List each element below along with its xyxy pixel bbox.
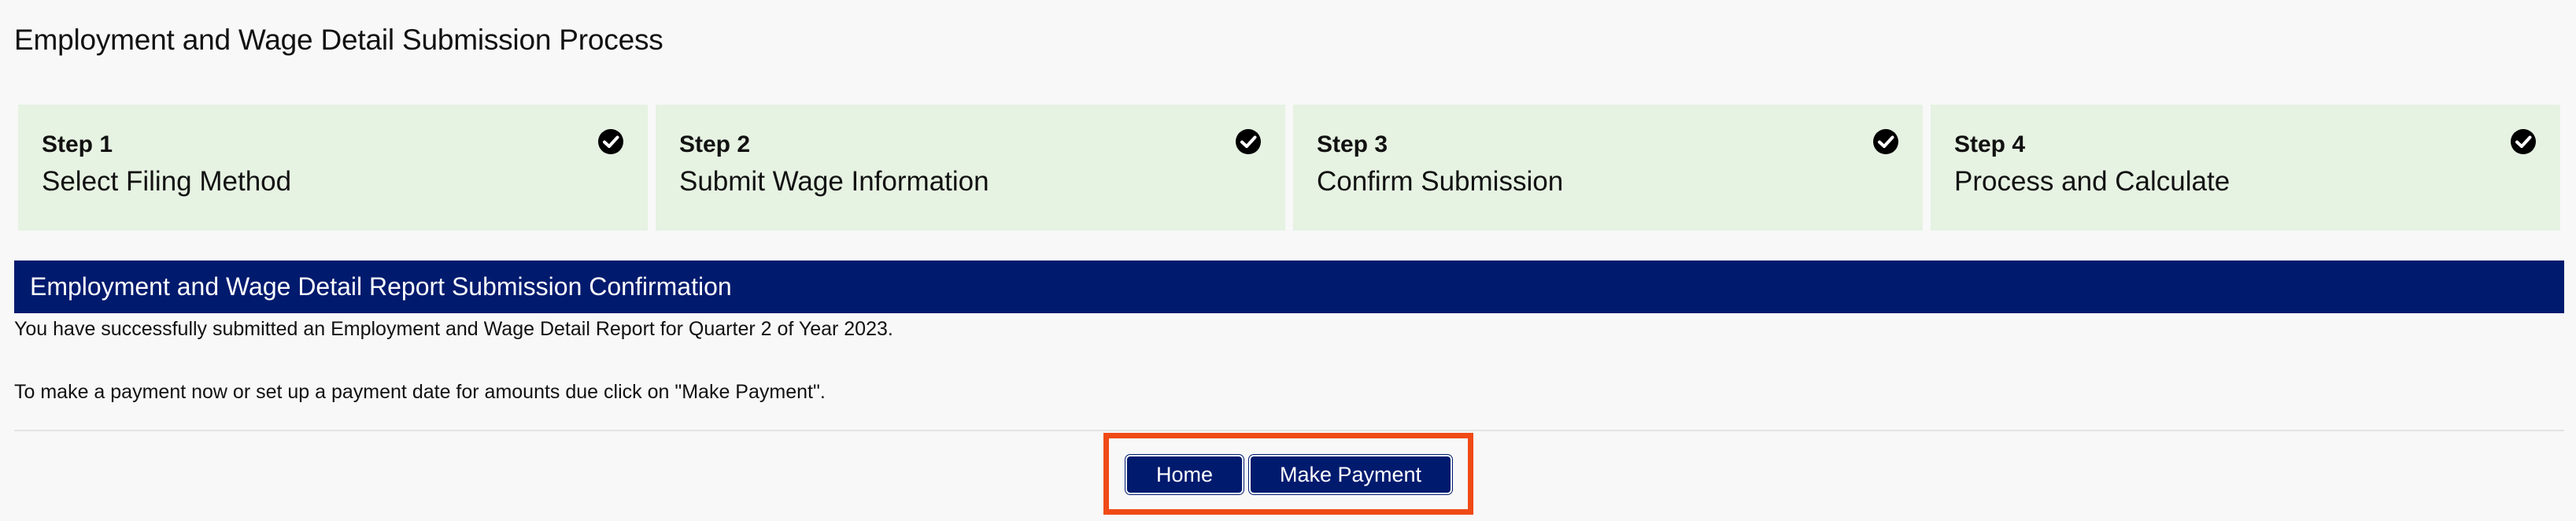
- step-number: Step 3: [1317, 131, 1388, 157]
- make-payment-button[interactable]: Make Payment: [1249, 455, 1452, 494]
- check-circle-icon: [1873, 129, 1898, 154]
- confirmation-banner: Employment and Wage Detail Report Submis…: [14, 260, 2564, 313]
- page-title: Employment and Wage Detail Submission Pr…: [14, 24, 663, 56]
- step-1: Step 1 Select Filing Method: [18, 105, 648, 231]
- step-number: Step 1: [42, 131, 113, 157]
- step-number: Step 4: [1954, 131, 2026, 157]
- check-circle-icon: [1236, 129, 1261, 154]
- step-number: Step 2: [679, 131, 751, 157]
- step-label: Select Filing Method: [42, 166, 292, 197]
- progress-steps: Step 1 Select Filing Method Step 2 Submi…: [18, 105, 2560, 231]
- step-2: Step 2 Submit Wage Information: [656, 105, 1285, 231]
- step-label: Process and Calculate: [1954, 166, 2230, 197]
- check-circle-icon: [598, 129, 623, 154]
- step-3: Step 3 Confirm Submission: [1293, 105, 1923, 231]
- home-button[interactable]: Home: [1125, 455, 1244, 494]
- step-4: Step 4 Process and Calculate: [1931, 105, 2560, 231]
- step-label: Confirm Submission: [1317, 166, 1564, 197]
- success-message: You have successfully submitted an Emplo…: [14, 318, 893, 340]
- check-circle-icon: [2511, 129, 2536, 154]
- divider: [14, 430, 2564, 431]
- step-label: Submit Wage Information: [679, 166, 989, 197]
- payment-instructions: To make a payment now or set up a paymen…: [14, 381, 826, 403]
